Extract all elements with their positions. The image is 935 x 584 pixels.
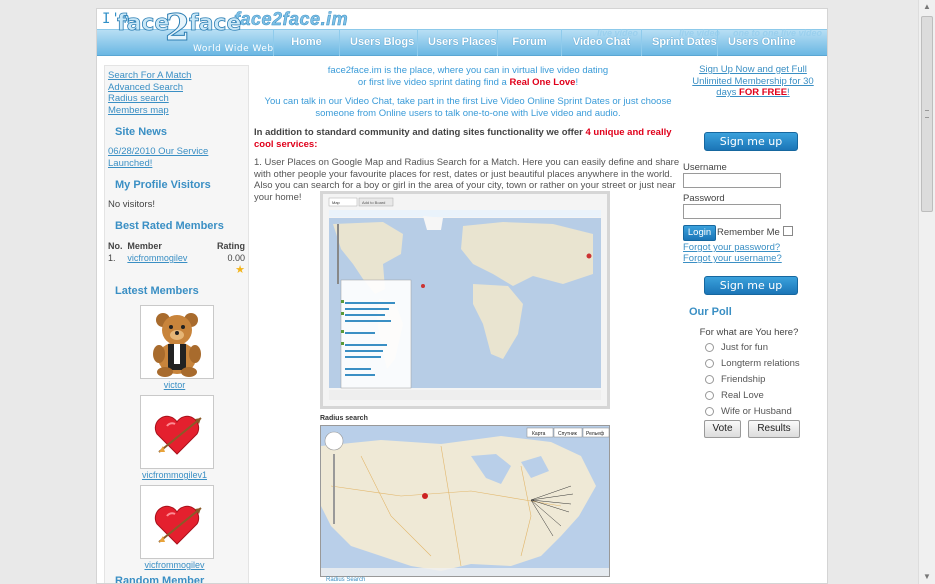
heart-arrow-icon <box>154 505 202 545</box>
remember-me-label: Remember Me <box>717 227 780 238</box>
vote-button[interactable]: Vote <box>704 420 741 438</box>
nav-users-blogs[interactable]: Users Blogs <box>339 29 417 56</box>
map-tab-text: Map <box>332 200 341 205</box>
nav-users-online[interactable]: Users Online <box>717 29 796 56</box>
member-avatar-victor[interactable] <box>140 305 214 379</box>
map-type-button: Рельеф <box>586 431 604 437</box>
scroll-up-icon[interactable]: ▲ <box>922 2 932 12</box>
teddy-bear-icon <box>153 313 201 377</box>
login-button[interactable]: Login <box>683 225 716 241</box>
usa-map-icon: Карта Спутник Рельеф <box>321 426 609 576</box>
radio-button[interactable] <box>705 375 714 384</box>
features-intro: In addition to standard community and da… <box>254 127 672 150</box>
visitors-text: No visitors! <box>108 199 155 210</box>
radio-button[interactable] <box>705 359 714 368</box>
profile-visitors-title: My Profile Visitors <box>115 179 211 191</box>
logo[interactable]: face 2 face World Wide Web <box>117 8 277 57</box>
logo-face-left: face <box>117 11 170 37</box>
members-map-link[interactable]: Members map <box>108 105 248 117</box>
advanced-search-link[interactable]: Advanced Search <box>108 82 248 94</box>
random-member-title: Random Member <box>115 575 205 584</box>
site-news-title: Site News <box>115 126 167 138</box>
username-input[interactable] <box>683 173 781 188</box>
logo-face-right: face <box>189 11 242 37</box>
logo-two: 2 <box>164 8 191 50</box>
member-name-link[interactable]: vicfrommogilev <box>102 560 247 570</box>
member-name-link[interactable]: vicfrommogilev1 <box>102 470 247 480</box>
poll-title: Our Poll <box>689 306 732 318</box>
password-input[interactable] <box>683 204 781 219</box>
map-type-button: Спутник <box>558 431 578 437</box>
star-icon: ★ <box>235 264 245 276</box>
member-avatar-vicfrommogilev[interactable] <box>140 485 214 559</box>
heart-arrow-icon <box>154 415 202 455</box>
site-header: I'm. face2face.im live video live video … <box>97 8 827 57</box>
row-member-link[interactable]: vicfrommogilev <box>127 253 187 263</box>
nav-forum[interactable]: Forum <box>497 29 561 56</box>
col-rating: Rating <box>217 241 245 251</box>
map-type-button: Карта <box>532 431 546 437</box>
intro-text: face2face.im is the place, where you can… <box>327 65 609 88</box>
news-item-link[interactable]: 06/28/2010 Our Service Launched! <box>108 146 208 169</box>
main-content: face2face.im is the place, where you can… <box>254 65 682 583</box>
forgot-username-link[interactable]: Forgot your username? <box>683 253 782 264</box>
sign-me-up-button-2[interactable]: Sign me up <box>704 276 798 295</box>
member-name-link[interactable]: victor <box>102 380 247 390</box>
row-no: 1. <box>108 253 116 263</box>
page: I'm. face2face.im live video live video … <box>96 8 828 584</box>
world-map-icon: Map Add to Board <box>323 194 607 406</box>
nav-users-places[interactable]: Users Places <box>417 29 497 56</box>
radio-button[interactable] <box>705 343 714 352</box>
results-button[interactable]: Results <box>748 420 800 438</box>
nav-video-chat[interactable]: Video Chat <box>561 29 641 56</box>
logo-subtitle: World Wide Web <box>193 44 274 54</box>
radius-search-label: Radius search <box>320 415 368 422</box>
search-links: Search For A Match Advanced Search Radiu… <box>105 70 248 116</box>
search-for-match-link[interactable]: Search For A Match <box>108 70 248 82</box>
forgot-password-link[interactable]: Forgot your password? <box>683 242 780 253</box>
col-no: No. <box>108 241 123 251</box>
user-places-map-image: Map Add to Board <box>320 191 610 409</box>
scroll-down-icon[interactable]: ▼ <box>922 572 932 582</box>
col-member: Member <box>127 241 162 251</box>
left-sidebar: Search For A Match Advanced Search Radiu… <box>102 65 249 584</box>
map-tab-text: Add to Board <box>362 200 385 205</box>
radio-button[interactable] <box>705 407 714 416</box>
username-label: Username <box>683 162 727 173</box>
password-label: Password <box>683 193 725 204</box>
best-rated-title: Best Rated Members <box>115 220 224 232</box>
table-row: 1. vicfrommogilev 0.00 ★ <box>108 252 245 277</box>
nav-sprint-dates[interactable]: Sprint Dates <box>641 29 717 56</box>
poll-question: For what are You here? <box>699 327 799 338</box>
radius-search-link[interactable]: Radius search <box>108 93 248 105</box>
remember-me-checkbox[interactable] <box>783 226 793 236</box>
radius-search-caption: Radius Search <box>326 577 366 583</box>
nav-home[interactable]: Home <box>273 29 339 56</box>
row-rating: 0.00 <box>227 253 245 263</box>
intro-video-chat-text: You can talk in our Video Chat, take par… <box>264 96 672 119</box>
right-sidebar: Sign Up Now and get Full Unlimited Membe… <box>683 64 823 583</box>
sign-me-up-button[interactable]: Sign me up <box>704 132 798 151</box>
best-rated-table: No. Member Rating 1. vicfrommogilev 0.00… <box>108 240 245 277</box>
real-one-love: Real One Love <box>509 76 576 88</box>
member-avatar-vicfrommogilev1[interactable] <box>140 395 214 469</box>
signup-promo-link[interactable]: Sign Up Now and get Full Unlimited Membe… <box>683 64 823 99</box>
radius-search-map-image: Карта Спутник Рельеф <box>320 425 610 577</box>
scrollbar-thumb[interactable] <box>921 16 933 212</box>
vertical-scrollbar[interactable]: ▲ ▼ <box>918 0 935 584</box>
latest-members-title: Latest Members <box>115 285 199 297</box>
radio-button[interactable] <box>705 391 714 400</box>
main-nav: Home Users Blogs Users Places Forum Vide… <box>273 29 796 56</box>
